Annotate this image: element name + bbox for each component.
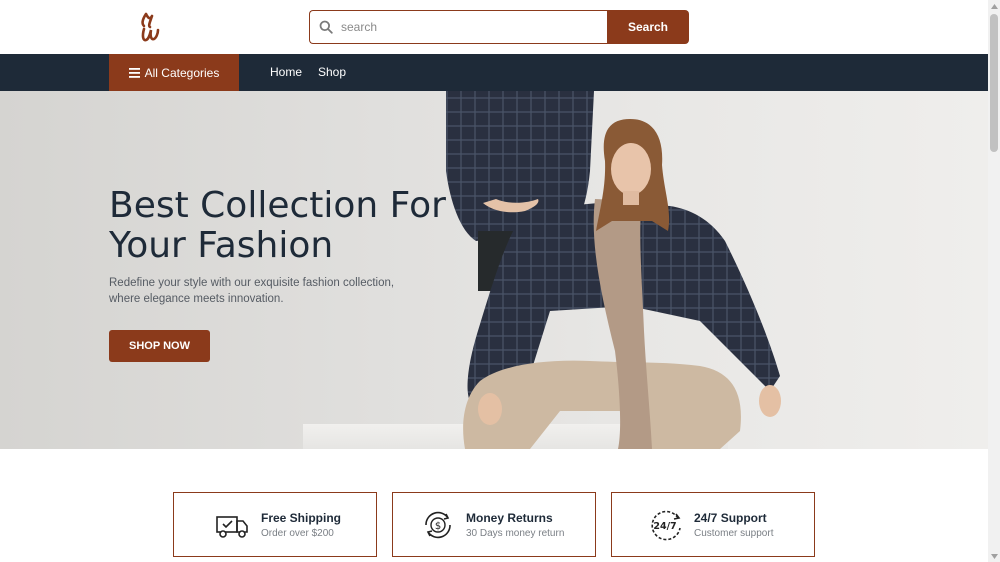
feature-title: Money Returns <box>466 511 553 525</box>
feature-support: 24/7 24/7 Support Customer support <box>611 492 815 557</box>
search-input[interactable] <box>341 20 581 34</box>
feature-money-returns: $ Money Returns 30 Days money return <box>392 492 596 557</box>
feature-subtitle: Order over $200 <box>261 528 334 539</box>
nav-link-home[interactable]: Home <box>270 54 302 91</box>
search-field[interactable] <box>309 10 607 44</box>
all-categories-button[interactable]: All Categories <box>109 54 239 91</box>
feature-subtitle: Customer support <box>694 528 774 539</box>
delivery-truck-icon <box>216 516 248 538</box>
svg-text:$: $ <box>435 521 441 532</box>
feature-title: Free Shipping <box>261 511 342 525</box>
page-scrollbar[interactable] <box>988 0 1000 562</box>
hero-subtitle: Redefine your style with our exquisite f… <box>109 277 395 305</box>
search-bar: Search <box>309 10 689 44</box>
script-logo-icon[interactable] <box>138 10 166 44</box>
main-nav: All Categories Home Shop <box>0 54 988 91</box>
svg-text:24/7: 24/7 <box>653 521 676 532</box>
feature-free-shipping: Free Shipping Order over $200 <box>173 492 377 557</box>
nav-link-shop[interactable]: Shop <box>318 54 346 91</box>
hero-models-image <box>303 91 781 449</box>
all-categories-label: All Categories <box>144 65 220 80</box>
search-icon <box>319 20 333 34</box>
hamburger-icon <box>128 67 140 78</box>
shop-now-button[interactable]: SHOP NOW <box>109 330 210 362</box>
scroll-down-arrow-icon[interactable] <box>988 550 1000 562</box>
scrollbar-thumb[interactable] <box>990 14 998 152</box>
hero-title: Best Collection For Your Fashion <box>109 185 446 266</box>
top-header: Search <box>0 0 988 54</box>
search-button[interactable]: Search <box>607 10 689 44</box>
hero-banner: Best Collection For Your Fashion Redefin… <box>0 91 988 449</box>
scroll-up-arrow-icon[interactable] <box>988 0 1000 12</box>
feature-subtitle: 30 Days money return <box>466 528 565 539</box>
support-24-7-icon: 24/7 <box>651 510 681 541</box>
feature-title: 24/7 Support <box>694 511 767 525</box>
money-return-icon: $ <box>425 511 451 539</box>
